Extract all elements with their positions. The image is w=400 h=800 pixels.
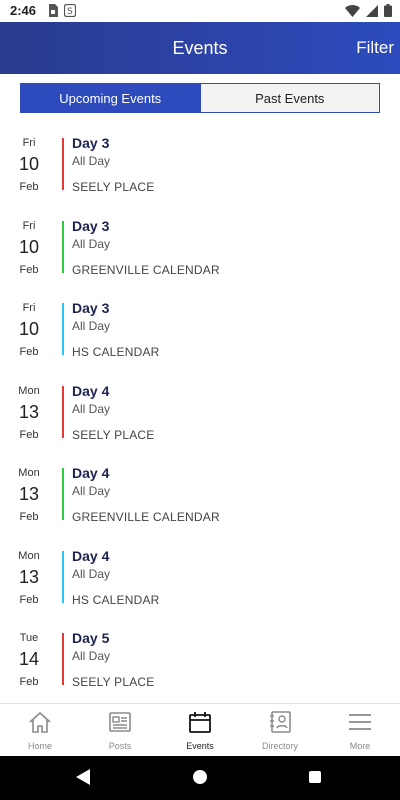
- event-item[interactable]: Mon 13 Feb Day 4 All Day SEELY PLACE: [0, 383, 400, 465]
- event-title: Day 5: [72, 630, 110, 646]
- event-time: All Day: [72, 567, 111, 581]
- event-day: 10: [18, 237, 40, 257]
- event-calendar: SEELY PLACE: [72, 675, 155, 689]
- event-weekday: Fri: [22, 220, 36, 232]
- recent-apps-icon[interactable]: [309, 771, 321, 783]
- status-time: 2:46: [10, 3, 37, 18]
- event-date: Mon 13 Feb: [10, 550, 48, 606]
- signal-icon: [366, 4, 378, 22]
- calendar-icon: [188, 711, 212, 738]
- event-month: Feb: [19, 594, 39, 606]
- sync-icon: S: [63, 3, 77, 22]
- tab-home[interactable]: Home: [0, 704, 80, 756]
- home-button-icon[interactable]: [193, 770, 207, 784]
- calendar-color-bar: [62, 221, 64, 273]
- event-day: 13: [18, 567, 40, 587]
- filter-button[interactable]: Filter: [356, 38, 394, 58]
- calendar-color-bar: [62, 468, 64, 520]
- event-item[interactable]: Fri 10 Feb Day 3 All Day GREENVILLE CALE…: [0, 218, 400, 300]
- calendar-color-bar: [62, 633, 64, 685]
- event-title: Day 3: [72, 218, 110, 234]
- tab-posts[interactable]: Posts: [80, 704, 160, 756]
- event-title: Day 3: [72, 300, 110, 316]
- event-day: 10: [18, 319, 40, 339]
- event-item[interactable]: Tue 14 Feb Day 5 All Day SEELY PLACE: [0, 630, 400, 712]
- event-month: Feb: [19, 429, 39, 441]
- event-time: All Day: [72, 484, 111, 498]
- event-date: Mon 13 Feb: [10, 467, 48, 523]
- event-weekday: Fri: [22, 137, 36, 149]
- event-item[interactable]: Fri 10 Feb Day 3 All Day HS CALENDAR: [0, 300, 400, 382]
- tab-label: Posts: [108, 741, 132, 751]
- event-calendar: SEELY PLACE: [72, 428, 155, 442]
- event-item[interactable]: Mon 13 Feb Day 4 All Day GREENVILLE CALE…: [0, 465, 400, 547]
- event-day: 13: [18, 484, 40, 504]
- event-calendar: GREENVILLE CALENDAR: [72, 510, 220, 524]
- event-date: Mon 13 Feb: [10, 385, 48, 441]
- directory-icon: [268, 711, 292, 738]
- tab-label: Events: [186, 741, 214, 751]
- events-segment-control: Upcoming Events Past Events: [20, 83, 380, 113]
- event-time: All Day: [72, 319, 111, 333]
- event-time: All Day: [72, 154, 111, 168]
- tab-label: Home: [27, 741, 52, 751]
- tab-label: More: [349, 741, 371, 751]
- event-title: Day 4: [72, 548, 110, 564]
- event-weekday: Mon: [18, 550, 40, 562]
- event-month: Feb: [19, 181, 39, 193]
- home-icon: [28, 711, 52, 738]
- app-header: Events Filter: [0, 22, 400, 74]
- event-day: 13: [18, 402, 40, 422]
- svg-text:S: S: [67, 7, 73, 17]
- tab-directory[interactable]: Directory: [240, 704, 320, 756]
- event-day: 14: [18, 649, 40, 669]
- event-weekday: Mon: [18, 467, 40, 479]
- event-calendar: GREENVILLE CALENDAR: [72, 263, 220, 277]
- event-month: Feb: [19, 264, 39, 276]
- event-calendar: HS CALENDAR: [72, 593, 160, 607]
- event-title: Day 3: [72, 135, 110, 151]
- event-calendar: SEELY PLACE: [72, 180, 155, 194]
- event-weekday: Fri: [22, 302, 36, 314]
- tab-label: Directory: [261, 741, 298, 751]
- event-item[interactable]: Mon 13 Feb Day 4 All Day HS CALENDAR: [0, 548, 400, 630]
- menu-icon: [348, 711, 372, 738]
- wifi-icon: [345, 4, 360, 22]
- event-month: Feb: [19, 511, 39, 523]
- event-item[interactable]: Fri 10 Feb Day 3 All Day SEELY PLACE: [0, 135, 400, 217]
- event-date: Fri 10 Feb: [10, 220, 48, 276]
- calendar-color-bar: [62, 551, 64, 603]
- battery-icon: [384, 4, 392, 22]
- event-title: Day 4: [72, 465, 110, 481]
- event-date: Fri 10 Feb: [10, 137, 48, 193]
- calendar-color-bar: [62, 138, 64, 190]
- system-nav-bar: [0, 756, 400, 800]
- tab-past-events[interactable]: Past Events: [199, 84, 379, 112]
- page-title: Events: [172, 38, 228, 58]
- event-month: Feb: [19, 346, 39, 358]
- event-weekday: Mon: [18, 385, 40, 397]
- calendar-color-bar: [62, 386, 64, 438]
- event-time: All Day: [72, 649, 111, 663]
- event-weekday: Tue: [19, 632, 39, 644]
- event-time: All Day: [72, 402, 111, 416]
- posts-icon: [108, 711, 132, 738]
- event-time: All Day: [72, 237, 111, 251]
- event-title: Day 4: [72, 383, 110, 399]
- sim-card-icon: [48, 4, 58, 22]
- event-date: Tue 14 Feb: [10, 632, 48, 688]
- tab-upcoming-events[interactable]: Upcoming Events: [21, 84, 200, 112]
- event-day: 10: [18, 154, 40, 174]
- event-month: Feb: [19, 676, 39, 688]
- status-bar: 2:46 S: [0, 0, 400, 22]
- bottom-tab-bar: Home Posts Events Directory More: [0, 703, 400, 756]
- tab-events[interactable]: Events: [160, 704, 240, 756]
- event-calendar: HS CALENDAR: [72, 345, 160, 359]
- event-date: Fri 10 Feb: [10, 302, 48, 358]
- calendar-color-bar: [62, 303, 64, 355]
- back-icon[interactable]: [76, 769, 90, 790]
- tab-more[interactable]: More: [320, 704, 400, 756]
